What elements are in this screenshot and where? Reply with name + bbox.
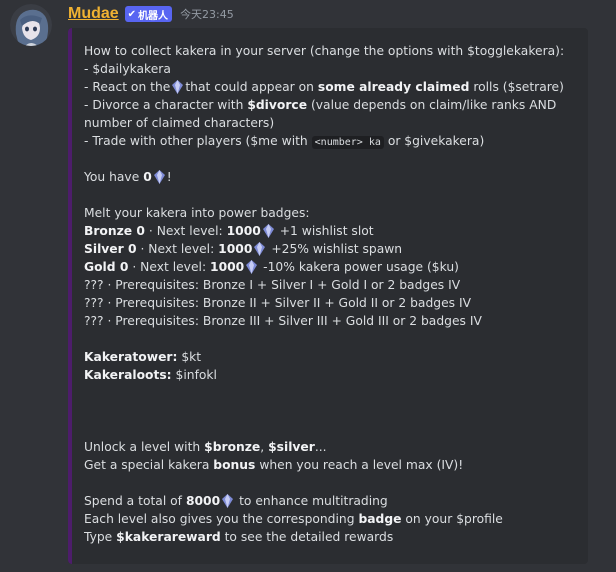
text: - Trade with other players ($me with xyxy=(84,134,308,148)
command-text: $kt xyxy=(181,350,202,364)
text: · Next level: xyxy=(132,260,207,274)
text: , xyxy=(260,440,265,454)
embed-line: Each level also gives you the correspond… xyxy=(84,510,582,528)
prerequisite-row: ??? · Prerequisites: Bronze I + Silver I… xyxy=(84,276,582,294)
embed-line: Get a special kakera bonus when you reac… xyxy=(84,456,582,474)
text: (value depends on claim/like ranks AND xyxy=(310,98,557,112)
kakera-crystal-icon xyxy=(262,224,274,238)
prerequisite-row: ??? · Prerequisites: Bronze II + Silver … xyxy=(84,294,582,312)
text: rolls ($setrare) xyxy=(473,80,564,94)
text: number of claimed characters) xyxy=(84,116,275,130)
text: - React on the xyxy=(84,80,171,94)
bold-text: some already claimed xyxy=(317,80,470,94)
text: · Next level: xyxy=(148,224,223,238)
text: Unlock a level with xyxy=(84,440,201,454)
text: - Divorce a character with xyxy=(84,98,244,112)
badge-name: Silver 0 xyxy=(84,242,137,256)
embed: How to collect kakera in your server (ch… xyxy=(68,28,588,564)
text: ??? · Prerequisites: Bronze III + Silver… xyxy=(84,314,482,328)
bold-text: $bronze xyxy=(204,440,261,454)
text: ! xyxy=(166,170,172,184)
text: You have xyxy=(84,170,140,184)
bold-text: $kakerareward xyxy=(116,530,221,544)
embed-color-bar xyxy=(68,28,72,564)
text: ... xyxy=(314,440,327,454)
text: - $dailykakera xyxy=(84,62,171,76)
kakera-crystal-icon xyxy=(153,170,165,184)
badge-bonus: +25% wishlist spawn xyxy=(271,242,403,256)
embed-line: Melt your kakera into power badges: xyxy=(84,204,582,222)
text: that could appear on xyxy=(185,80,314,94)
avatar[interactable] xyxy=(10,4,52,46)
badge-name: Gold 0 xyxy=(84,260,129,274)
badge-row: Gold 0 · Next level: 1000 -10% kakera po… xyxy=(84,258,582,276)
text: · Next level: xyxy=(140,242,215,256)
bold-text: 8000 xyxy=(185,494,221,508)
kakera-crystal-icon xyxy=(246,260,258,274)
avatar-image xyxy=(10,4,52,46)
text: How to collect kakera in your server (ch… xyxy=(84,44,565,58)
text: when you reach a level max (IV)! xyxy=(259,458,464,472)
text: ??? · Prerequisites: Bronze I + Silver I… xyxy=(84,278,461,292)
message-header: Mudae ✔ 机器人 今天23:45 xyxy=(68,4,234,24)
bold-text: $divorce xyxy=(247,98,308,112)
badge-bonus: -10% kakera power usage ($ku) xyxy=(263,260,459,274)
prerequisite-row: ??? · Prerequisites: Bronze III + Silver… xyxy=(84,312,582,330)
embed-line: - Divorce a character with $divorce (val… xyxy=(84,96,582,114)
badge-bonus: +1 wishlist slot xyxy=(279,224,374,238)
embed-line: - React on the that could appear on some … xyxy=(84,78,582,96)
bold-text: badge xyxy=(358,512,402,526)
text: Get a special kakera xyxy=(84,458,210,472)
embed-line: Unlock a level with $bronze, $silver... xyxy=(84,438,582,456)
text: ??? · Prerequisites: Bronze II + Silver … xyxy=(84,296,471,310)
text: to enhance multitrading xyxy=(239,494,388,508)
embed-line: Spend a total of 8000 to enhance multitr… xyxy=(84,492,582,510)
inline-code: <number> ka xyxy=(311,136,384,149)
kakeratower-row: Kakeratower: $kt xyxy=(84,348,582,366)
text: Type xyxy=(84,530,113,544)
text: Each level also gives you the correspond… xyxy=(84,512,355,526)
embed-line: How to collect kakera in your server (ch… xyxy=(84,42,582,60)
text: Spend a total of xyxy=(84,494,183,508)
bot-check-icon: ✔ xyxy=(127,8,137,20)
badge-cost: 1000 xyxy=(218,242,253,256)
embed-line: Type $kakerareward to see the detailed r… xyxy=(84,528,582,546)
badge-cost: 1000 xyxy=(226,224,261,238)
bot-tag-label: 机器人 xyxy=(138,10,169,22)
timestamp: 今天23:45 xyxy=(180,8,234,21)
kakera-balance: You have 0! xyxy=(84,168,582,186)
kakeraloots-row: Kakeraloots: $infokl xyxy=(84,366,582,384)
bot-tag: ✔ 机器人 xyxy=(124,6,173,22)
kakera-crystal-icon xyxy=(222,494,234,508)
command-text: $infokl xyxy=(175,368,217,382)
kakera-crystal-icon xyxy=(254,242,266,256)
embed-line: - $dailykakera xyxy=(84,60,582,78)
bold-text: bonus xyxy=(213,458,256,472)
balance-value: 0 xyxy=(143,170,152,184)
embed-line: - Trade with other players ($me with <nu… xyxy=(84,132,582,150)
username[interactable]: Mudae xyxy=(68,5,119,23)
bold-text: $silver xyxy=(268,440,315,454)
text: on your $profile xyxy=(405,512,503,526)
embed-line: number of claimed characters) xyxy=(84,114,582,132)
embed-description: How to collect kakera in your server (ch… xyxy=(84,42,582,546)
bold-text: Kakeraloots: xyxy=(84,368,172,382)
badge-row: Bronze 0 · Next level: 1000 +1 wishlist … xyxy=(84,222,582,240)
badge-name: Bronze 0 xyxy=(84,224,145,238)
kakera-crystal-icon xyxy=(172,80,184,94)
badge-cost: 1000 xyxy=(210,260,245,274)
bold-text: Kakeratower: xyxy=(84,350,178,364)
text: Melt your kakera into power badges: xyxy=(84,206,310,220)
text: to see the detailed rewards xyxy=(224,530,394,544)
badge-row: Silver 0 · Next level: 1000 +25% wishlis… xyxy=(84,240,582,258)
text: or $givekakera) xyxy=(387,134,485,148)
